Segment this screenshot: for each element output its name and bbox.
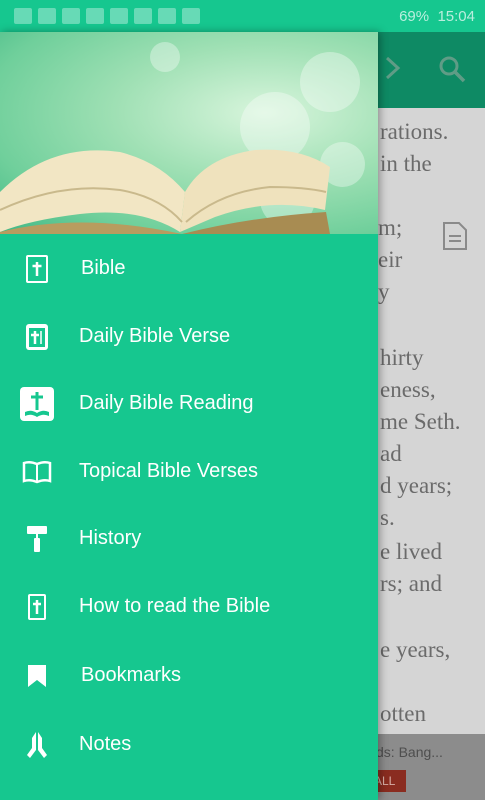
notification-icon <box>38 8 56 24</box>
text-line: rations. <box>380 119 449 144</box>
text-line: d years; <box>380 473 453 498</box>
search-icon[interactable] <box>437 54 467 84</box>
status-right: 69% 15:04 <box>399 8 475 25</box>
navigation-drawer: Bible Daily Bible Verse Daily Bible Read… <box>0 32 378 800</box>
notification-icon <box>134 8 152 24</box>
menu-label: Bookmarks <box>81 664 182 686</box>
menu-item-history[interactable]: History <box>0 506 378 573</box>
text-line: s. <box>380 505 395 530</box>
bookmark-icon <box>18 657 56 695</box>
ad-title: ds: Bang... <box>376 744 443 760</box>
menu-item-bookmarks[interactable]: Bookmarks <box>0 643 378 710</box>
menu-label: Bible <box>81 257 126 279</box>
notification-icons <box>14 8 200 24</box>
text-line: rs; and <box>380 571 442 596</box>
text-line: me Seth. <box>380 409 461 434</box>
menu-item-daily-bible-reading[interactable]: Daily Bible Reading <box>0 371 378 438</box>
text-line: hirty <box>380 345 424 370</box>
text-line: otten <box>380 701 426 726</box>
bible-book-icon <box>18 250 56 288</box>
daily-verse-icon <box>18 318 56 356</box>
status-bar: 69% 15:04 <box>0 0 485 32</box>
menu-label: Notes <box>79 733 132 755</box>
daily-reading-icon <box>18 385 56 423</box>
menu-label: How to read the Bible <box>79 595 271 617</box>
text-line: eness, <box>380 377 436 402</box>
menu-label: Topical Bible Verses <box>79 460 258 482</box>
text-line: e years, <box>380 637 451 662</box>
notification-icon <box>86 8 104 24</box>
bible-small-icon <box>18 588 56 626</box>
text-line: y <box>378 279 390 304</box>
text-line: m; <box>378 215 403 240</box>
notification-icon <box>158 8 176 24</box>
menu-item-daily-bible-verse[interactable]: Daily Bible Verse <box>0 304 378 371</box>
clock: 15:04 <box>437 8 475 25</box>
menu-item-topical-bible-verses[interactable]: Topical Bible Verses <box>0 439 378 506</box>
text-line: e lived <box>380 539 442 564</box>
open-book-illustration <box>0 149 330 234</box>
notification-icon <box>182 8 200 24</box>
notification-icon <box>62 8 80 24</box>
menu-label: Daily Bible Reading <box>79 392 254 414</box>
menu-label: History <box>79 527 142 549</box>
drawer-header-image <box>0 32 378 234</box>
menu-item-how-to-read[interactable]: How to read the Bible <box>0 574 378 641</box>
open-book-icon <box>18 453 56 491</box>
battery-level: 69% <box>399 8 430 25</box>
text-line: eir <box>378 247 403 272</box>
notification-icon <box>110 8 128 24</box>
text-line: in the <box>380 151 432 176</box>
paint-roller-icon <box>18 520 56 558</box>
menu-item-notes[interactable]: Notes <box>0 712 378 779</box>
notification-icon <box>14 8 32 24</box>
menu-item-bible[interactable]: Bible <box>0 236 378 303</box>
menu-label: Daily Bible Verse <box>79 325 231 347</box>
praying-hands-icon <box>18 726 56 764</box>
next-chapter-icon[interactable] <box>378 50 408 86</box>
note-icon[interactable] <box>441 220 469 252</box>
text-line: ad <box>380 441 402 466</box>
